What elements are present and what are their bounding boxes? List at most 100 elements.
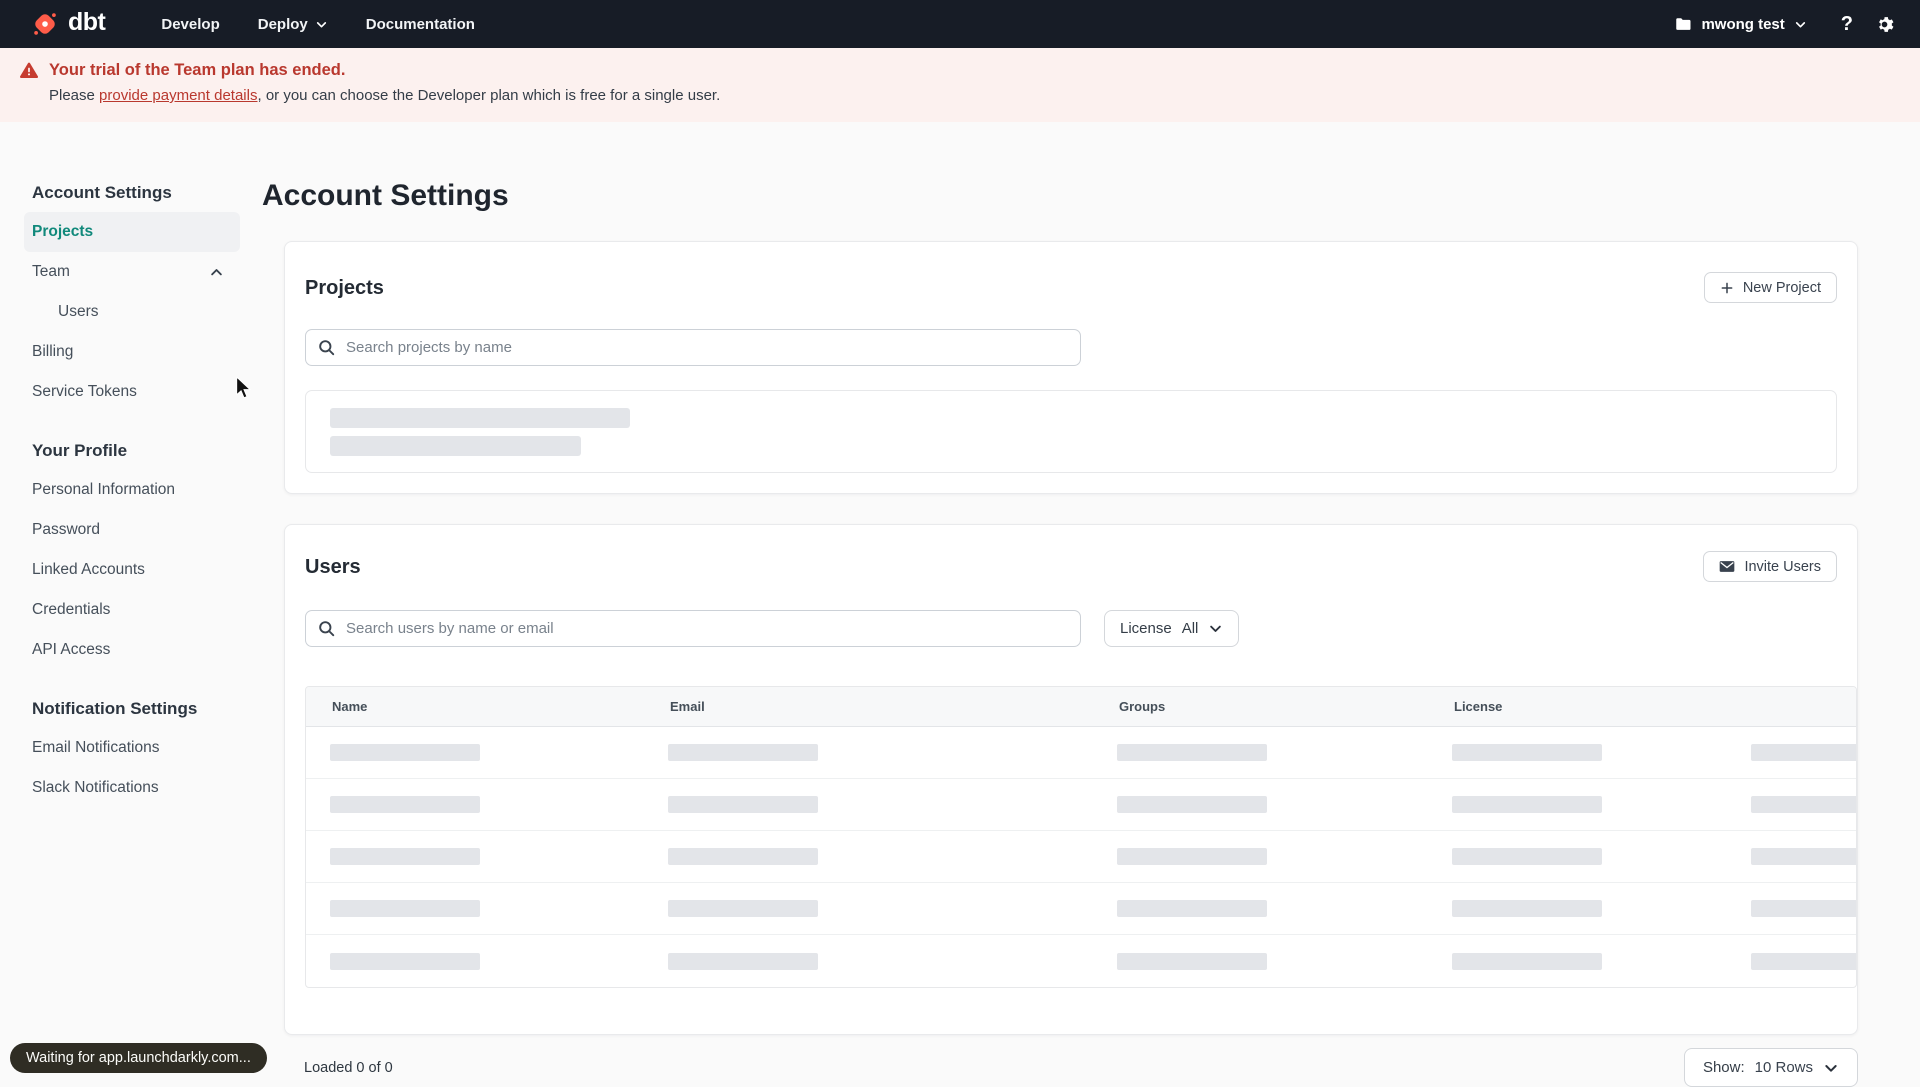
table-row xyxy=(306,883,1856,935)
skeleton-cell xyxy=(644,935,1093,987)
chevron-up-icon xyxy=(211,268,222,275)
skeleton-bar xyxy=(1751,848,1856,865)
skeleton-cell xyxy=(1093,779,1428,830)
main-content: Account Settings Projects New Project Se… xyxy=(262,122,1920,1087)
skeleton-bar xyxy=(330,952,480,970)
invite-users-button[interactable]: Invite Users xyxy=(1703,551,1837,582)
column-header-email: Email xyxy=(670,699,705,714)
skeleton-cell xyxy=(1727,935,1856,987)
nav-menu: Develop Deploy Documentation xyxy=(161,16,475,33)
skeleton-bar xyxy=(1452,952,1602,970)
skeleton-cell xyxy=(1428,779,1727,830)
skeleton-cell xyxy=(306,883,644,934)
dbt-logo-text: dbt xyxy=(68,8,106,36)
banner-title: Your trial of the Team plan has ended. xyxy=(49,61,346,79)
sidebar-item-credentials[interactable]: Credentials xyxy=(24,590,240,630)
skeleton-bar xyxy=(1751,796,1856,813)
trial-banner: Your trial of the Team plan has ended. P… xyxy=(0,48,1920,122)
banner-message: Please provide payment details, or you c… xyxy=(49,87,721,104)
table-row xyxy=(306,727,1856,779)
sidebar-item-team[interactable]: Team xyxy=(24,252,240,292)
skeleton-bar xyxy=(668,952,818,970)
skeleton-bar xyxy=(330,900,480,917)
skeleton-cell xyxy=(1093,935,1428,987)
sidebar-item-api-access[interactable]: API Access xyxy=(24,630,240,670)
sidebar-item-linked-accounts[interactable]: Linked Accounts xyxy=(24,550,240,590)
skeleton-bar xyxy=(1452,796,1602,813)
users-card-title: Users xyxy=(305,555,361,578)
table-row xyxy=(306,779,1856,831)
license-filter-value: All xyxy=(1181,620,1199,637)
sidebar-item-billing[interactable]: Billing xyxy=(24,332,240,372)
account-name: mwong test xyxy=(1701,15,1785,33)
skeleton-bar xyxy=(1751,744,1856,761)
users-table-body xyxy=(306,727,1856,987)
sidebar-item-users[interactable]: Users xyxy=(24,292,240,332)
skeleton-bar xyxy=(330,796,480,813)
dbt-logo-icon xyxy=(34,13,56,35)
skeleton-bar xyxy=(668,848,818,865)
skeleton-bar xyxy=(1117,952,1267,970)
folder-icon xyxy=(1676,18,1691,30)
dbt-logo[interactable]: dbt xyxy=(30,8,106,39)
nav-item-documentation[interactable]: Documentation xyxy=(366,16,475,33)
skeleton-cell xyxy=(1727,727,1856,778)
table-row xyxy=(306,831,1856,883)
new-project-button[interactable]: New Project xyxy=(1703,272,1837,303)
skeleton-cell xyxy=(306,727,644,778)
sidebar-item-password[interactable]: Password xyxy=(24,510,240,550)
nav-item-develop[interactable]: Develop xyxy=(161,16,219,33)
projects-card: Projects New Project xyxy=(284,241,1858,494)
help-icon[interactable]: ? xyxy=(1841,13,1853,36)
skeleton-cell xyxy=(306,831,644,882)
gear-icon[interactable] xyxy=(1875,15,1894,34)
users-table-footer: Loaded 0 of 0 Show: 10 Rows xyxy=(304,1048,1858,1087)
sidebar-item-personal-information[interactable]: Personal Information xyxy=(24,470,240,510)
skeleton-bar xyxy=(668,744,818,761)
column-header-name: Name xyxy=(332,699,368,714)
payment-details-link[interactable]: provide payment details xyxy=(99,87,257,104)
sidebar-item-service-tokens[interactable]: Service Tokens xyxy=(24,372,240,412)
skeleton-bar xyxy=(330,436,581,456)
sidebar-item-projects[interactable]: Projects xyxy=(24,212,240,252)
skeleton-cell xyxy=(1093,883,1428,934)
skeleton-cell xyxy=(306,935,644,987)
skeleton-bar xyxy=(668,900,818,917)
sidebar-item-slack-notifications[interactable]: Slack Notifications xyxy=(24,768,240,808)
projects-search-input[interactable] xyxy=(305,329,1081,366)
skeleton-cell xyxy=(1428,935,1727,987)
column-header-groups: Groups xyxy=(1119,699,1166,714)
chevron-down-icon xyxy=(316,21,326,27)
account-switcher[interactable]: mwong test xyxy=(1674,15,1806,33)
nav-item-deploy[interactable]: Deploy xyxy=(258,16,328,33)
plus-icon xyxy=(1721,282,1733,293)
users-table: Name Email Groups License xyxy=(305,686,1857,988)
skeleton-bar xyxy=(1452,848,1602,865)
projects-card-title: Projects xyxy=(305,276,384,299)
browser-status-bubble: Waiting for app.launchdarkly.com... xyxy=(10,1043,267,1073)
nav-right: mwong test ? xyxy=(1674,13,1894,36)
skeleton-cell xyxy=(644,727,1093,778)
search-icon xyxy=(319,621,335,637)
sidebar-heading-account-settings: Account Settings xyxy=(32,183,172,202)
skeleton-cell xyxy=(644,831,1093,882)
users-search-input[interactable] xyxy=(305,610,1081,647)
skeleton-bar xyxy=(1452,744,1602,761)
skeleton-bar xyxy=(1117,848,1267,865)
skeleton-cell xyxy=(1727,779,1856,830)
skeleton-bar xyxy=(330,408,630,428)
users-table-header: Name Email Groups License xyxy=(306,687,1856,727)
license-filter-dropdown[interactable]: License All xyxy=(1104,610,1240,647)
settings-sidebar: Account Settings Projects Team Users Bil… xyxy=(0,122,262,1087)
loaded-count-text: Loaded 0 of 0 xyxy=(304,1059,393,1076)
chevron-down-icon xyxy=(1210,625,1222,632)
warning-icon xyxy=(20,62,38,78)
show-rows-dropdown[interactable]: Show: 10 Rows xyxy=(1683,1048,1858,1087)
skeleton-bar xyxy=(1117,796,1267,813)
skeleton-cell xyxy=(1093,831,1428,882)
sidebar-item-email-notifications[interactable]: Email Notifications xyxy=(24,728,240,768)
skeleton-cell xyxy=(1727,831,1856,882)
skeleton-cell xyxy=(644,883,1093,934)
projects-loading-skeleton xyxy=(305,390,1837,473)
chevron-down-icon xyxy=(1795,21,1805,27)
